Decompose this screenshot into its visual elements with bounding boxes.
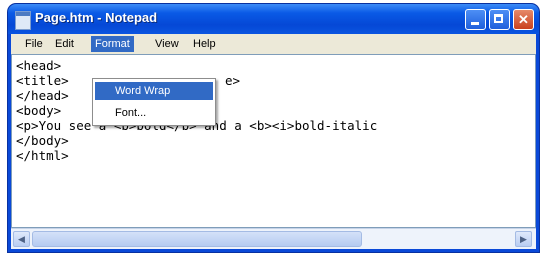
menu-view[interactable]: View <box>151 36 183 52</box>
editor-line-fragment: e> <box>225 73 241 88</box>
text-editor[interactable]: <head> <title> e> </head> <body> <p>You … <box>11 54 536 228</box>
scroll-right-icon[interactable]: ▶ <box>515 231 532 247</box>
editor-line: </html> <box>16 148 69 163</box>
editor-line: <body> <box>16 103 62 118</box>
menu-item-font[interactable]: Font... <box>95 104 213 122</box>
menu-format[interactable]: Format <box>91 36 134 52</box>
notepad-icon[interactable] <box>15 11 31 30</box>
format-dropdown-menu: Word Wrap Font... <box>92 78 216 126</box>
menu-help[interactable]: Help <box>189 36 220 52</box>
minimize-icon <box>471 22 479 25</box>
menu-bar: File Edit Format View Help <box>11 34 536 54</box>
maximize-button[interactable] <box>489 9 510 30</box>
scroll-left-icon[interactable]: ◀ <box>13 231 30 247</box>
menu-file[interactable]: File <box>21 36 47 52</box>
editor-line: </head> <box>16 88 69 103</box>
maximize-icon <box>494 14 503 23</box>
menu-edit[interactable]: Edit <box>51 36 78 52</box>
close-button[interactable]: ✕ <box>513 9 534 30</box>
editor-line: </body> <box>16 133 69 148</box>
menu-item-word-wrap[interactable]: Word Wrap <box>95 82 213 100</box>
close-icon: ✕ <box>518 12 529 27</box>
window-title: Page.htm - Notepad <box>35 10 158 25</box>
scroll-thumb[interactable] <box>32 231 362 247</box>
horizontal-scrollbar[interactable]: ◀ ▶ <box>11 228 536 249</box>
editor-line: <head> <box>16 58 62 73</box>
editor-line: <title> <box>16 73 69 88</box>
notepad-window: Page.htm - Notepad ✕ File Edit Format Vi… <box>8 4 539 252</box>
minimize-button[interactable] <box>465 9 486 30</box>
title-bar[interactable]: Page.htm - Notepad ✕ <box>8 4 539 34</box>
